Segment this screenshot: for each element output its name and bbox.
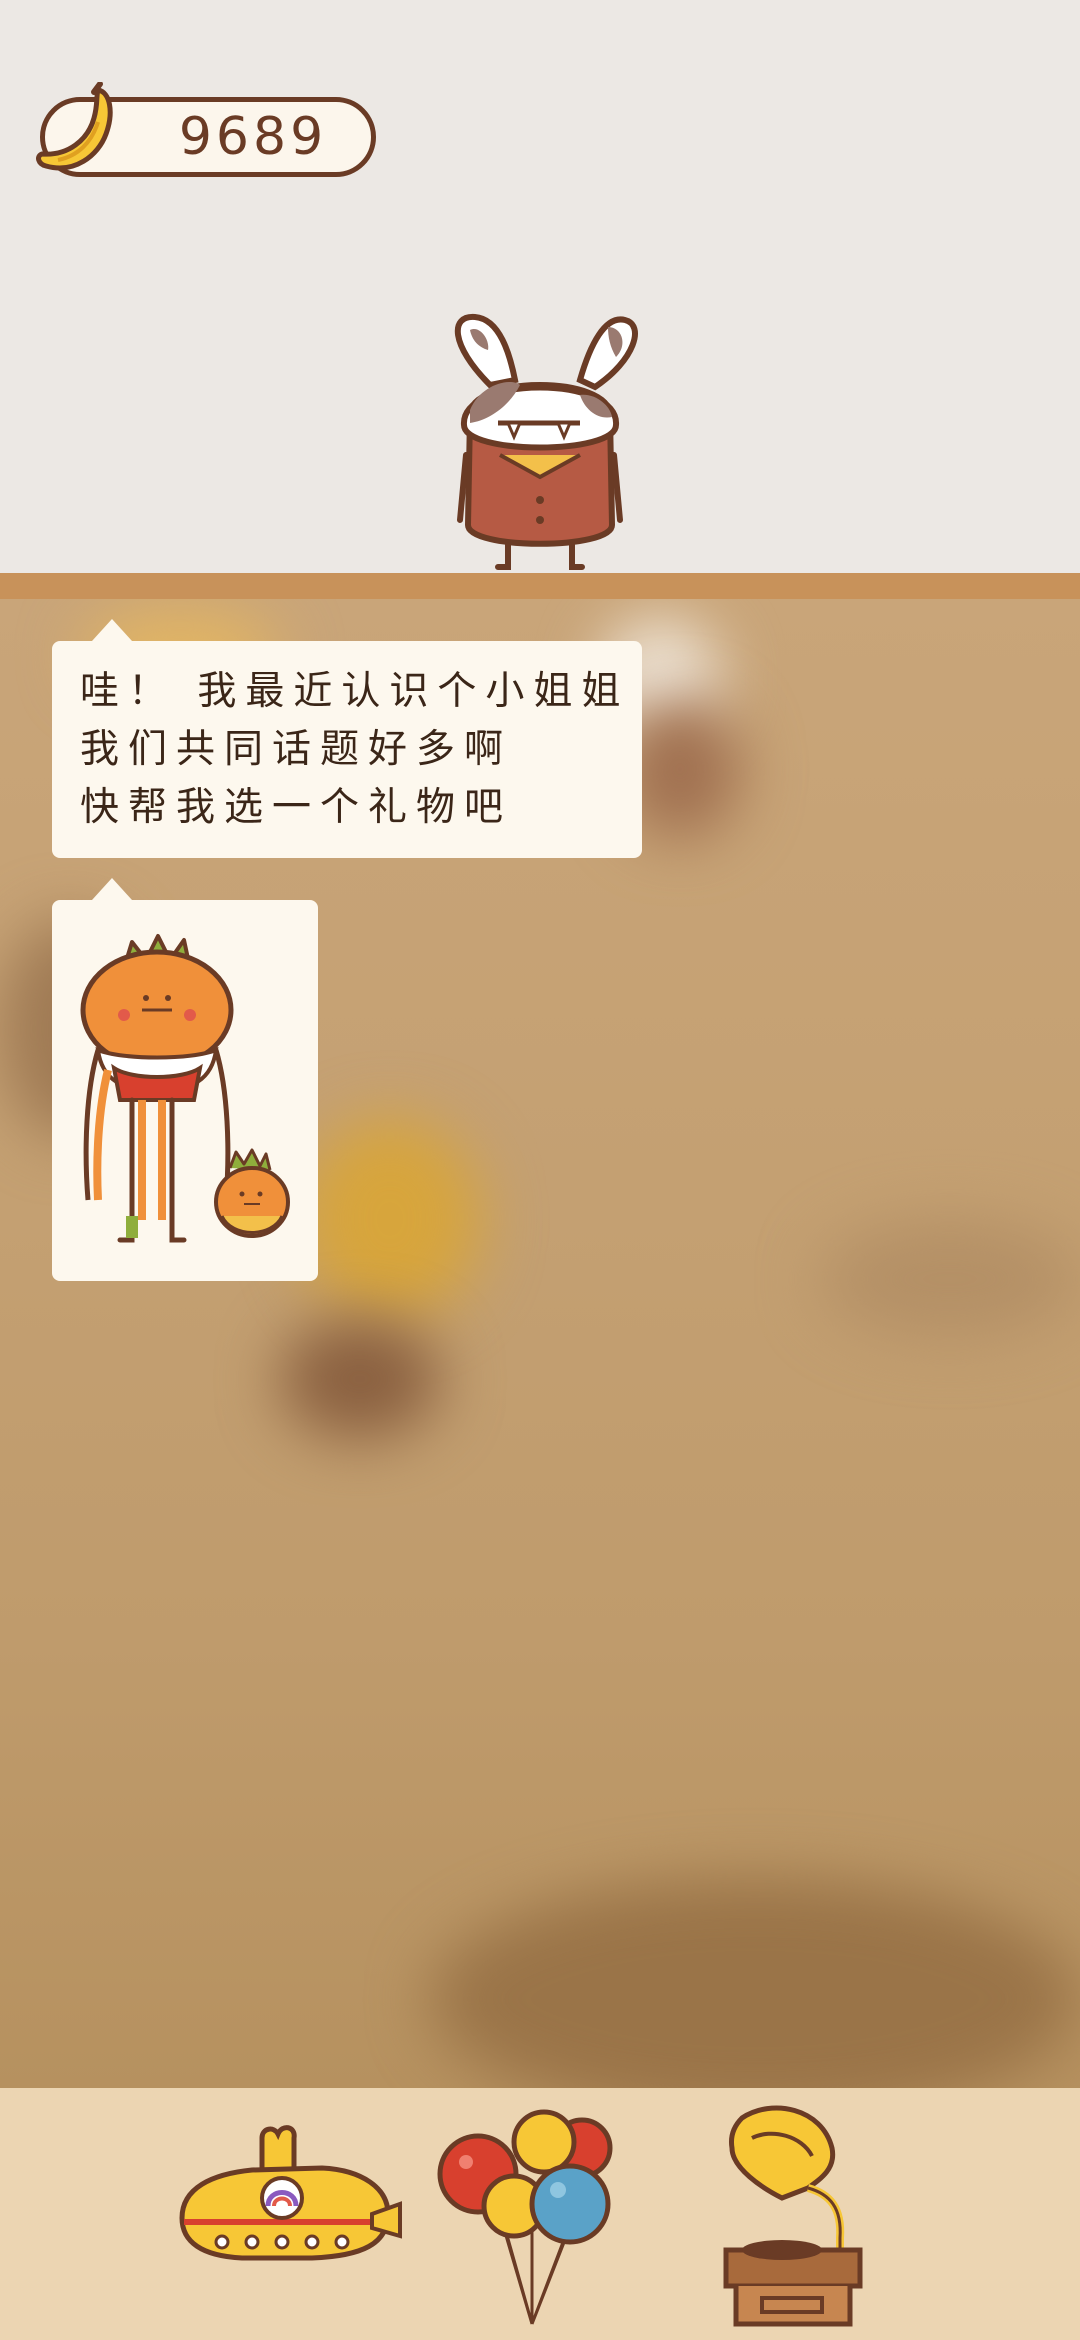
coin-value: 9689 (178, 107, 328, 167)
dialog-line: 哇！ 我最近认识个小姐姐 (80, 669, 630, 714)
dialog-line: 我们共同话题好多啊 (80, 727, 513, 772)
gramophone-icon[interactable] (712, 2098, 872, 2334)
shelf (0, 573, 1080, 599)
balloons-icon[interactable] (432, 2102, 646, 2328)
orange-character-couple (62, 920, 308, 1264)
dialog-bubble: 哇！ 我最近认识个小姐姐 我们共同话题好多啊 快帮我选一个礼物吧 (52, 619, 642, 858)
top-area: 9689 (0, 0, 1080, 573)
dialog-image-bubble (52, 878, 318, 1281)
dialog-line: 快帮我选一个礼物吧 (80, 785, 513, 830)
yellow-submarine-icon[interactable] (172, 2118, 404, 2278)
gift-selection-bar (0, 2088, 1080, 2340)
bunny-character[interactable] (430, 305, 650, 575)
banana-icon (28, 81, 128, 182)
